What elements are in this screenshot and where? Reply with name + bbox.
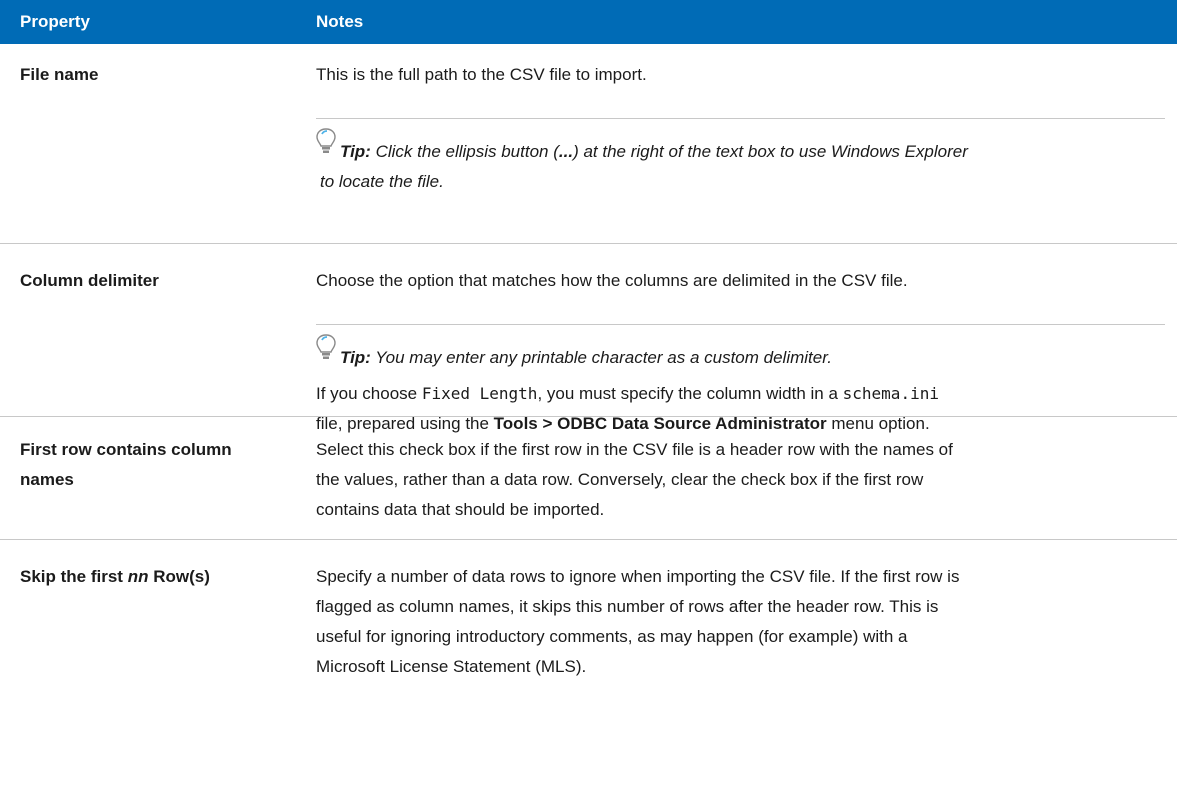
note-text: Choose the option that matches how the c… [316,271,908,290]
tip-body: You may enter any printable character as… [370,348,832,367]
table-row-file-name: File name This is the full path to the C… [0,44,1177,244]
property-skip-rows: Skip the first nn Row(s) [20,562,290,592]
header-property: Property [20,12,90,31]
tip-label: Tip: [340,348,371,367]
text-segment: If you choose [316,384,422,403]
note-line: flagged as column names, it skips this n… [316,597,939,616]
note-text: This is the full path to the CSV file to… [316,65,647,84]
code-schema-ini: schema.ini [842,384,939,403]
property-first-row: First row contains column names [20,435,290,495]
note-line: Select this check box if the first row i… [316,440,953,459]
note-line: contains data that should be imported. [316,500,605,519]
lightbulb-icon [316,128,336,153]
header-notes: Notes [316,12,364,31]
note-line: useful for ignoring introductory comment… [316,627,908,646]
property-column-delimiter: Column delimiter [20,271,159,290]
notes-skip-rows: Specify a number of data rows to ignore … [316,562,1166,682]
table-row-skip-rows: Skip the first nn Row(s) Specify a numbe… [0,540,1177,700]
notes-file-name: This is the full path to the CSV file to… [316,60,1166,197]
notes-first-row: Select this check box if the first row i… [316,435,1166,525]
note-line: the values, rather than a data row. Conv… [316,470,924,489]
placeholder-nn: nn [127,567,149,586]
text-segment: , you must specify the column width in a [537,384,843,403]
table-header: Property Notes [0,0,1177,44]
tip-part2: ) at the right of the text box to use Wi… [573,142,968,161]
note-line: Specify a number of data rows to ignore … [316,567,960,586]
table-row-first-row: First row contains column names Select t… [0,417,1177,540]
text-segment: Skip the first [20,567,128,586]
property-file-name: File name [20,65,99,84]
table-row-column-delimiter: Column delimiter Choose the option that … [0,244,1177,433]
tip-ellipsis: ... [558,142,574,161]
tip-box: Tip: You may enter any printable charact… [316,324,1165,373]
lightbulb-icon [316,334,336,359]
tip-part1: Click the ellipsis button ( [370,142,559,161]
tip-text: Tip: Click the ellipsis button (...) at … [316,137,1165,167]
property-line: First row contains column [20,440,232,459]
tip-box: Tip: Click the ellipsis button (...) at … [316,118,1165,197]
text-segment: Row(s) [148,567,210,586]
note-fixed-length: If you choose Fixed Length, you must spe… [316,379,1166,409]
code-fixed-length: Fixed Length [421,384,538,403]
property-line: names [20,470,74,489]
tip-text: Tip: You may enter any printable charact… [316,343,1165,373]
notes-column-delimiter: Choose the option that matches how the c… [316,266,1166,439]
tip-label: Tip: [340,142,371,161]
tip-text-line2: to locate the file. [320,172,444,191]
note-line: Microsoft License Statement (MLS). [316,657,587,676]
